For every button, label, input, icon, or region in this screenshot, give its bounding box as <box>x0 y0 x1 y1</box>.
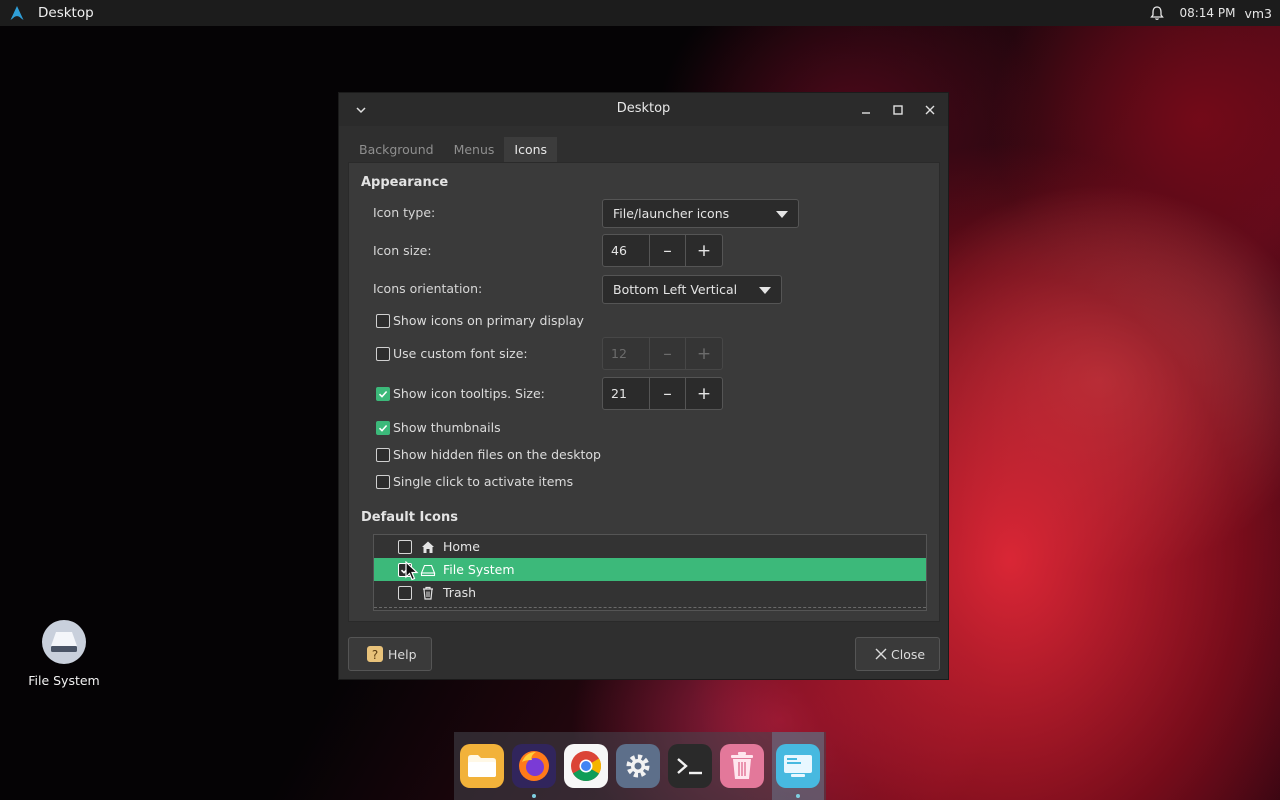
custom-font-size-spinner: 12 – + <box>602 337 723 370</box>
show-hidden-files-label: Show hidden files on the desktop <box>393 447 601 462</box>
list-item-home[interactable]: Home <box>374 535 926 558</box>
checkbox-box[interactable] <box>376 313 390 328</box>
dock-trash-icon[interactable] <box>720 744 764 788</box>
home-icon <box>422 541 434 553</box>
list-divider <box>374 607 926 608</box>
clock[interactable]: 08:14 PM <box>1179 6 1235 20</box>
active-app-title: Desktop <box>38 5 94 21</box>
user-menu[interactable]: vm3 <box>1244 6 1272 21</box>
tooltip-size-input[interactable]: 21 <box>603 378 650 409</box>
show-primary-display-checkbox[interactable]: Show icons on primary display <box>376 313 584 328</box>
desktop-icon-label: File System <box>28 673 100 688</box>
custom-font-size-decrement-button: – <box>650 338 686 369</box>
list-item-file-system[interactable]: File System <box>374 558 926 581</box>
dock-files-icon[interactable] <box>460 744 504 788</box>
drive-icon <box>420 564 436 576</box>
icon-type-value: File/launcher icons <box>613 206 730 221</box>
appearance-heading: Appearance <box>361 175 449 190</box>
desktop-settings-app-icon <box>776 744 820 788</box>
checkmark-icon <box>378 390 388 398</box>
tab-background[interactable]: Background <box>349 137 444 163</box>
show-thumbnails-label: Show thumbnails <box>393 420 501 435</box>
tooltip-size-spinner: 21 – + <box>602 377 723 410</box>
desktop-icon-file-system[interactable]: File System <box>22 620 106 688</box>
custom-font-size-checkbox[interactable]: Use custom font size: <box>376 346 528 361</box>
list-item-label: Home <box>443 539 480 554</box>
dock-terminal-icon[interactable] <box>668 744 712 788</box>
mouse-cursor-icon <box>405 561 419 581</box>
icons-panel: Appearance Icon type: File/launcher icon… <box>348 162 940 622</box>
drive-icon <box>42 620 86 664</box>
tooltip-size-decrement-button[interactable]: – <box>650 378 686 409</box>
tab-icons[interactable]: Icons <box>504 137 558 163</box>
help-label: Help <box>388 646 417 662</box>
custom-font-size-input: 12 <box>603 338 650 369</box>
custom-font-size-increment-button: + <box>696 343 712 364</box>
default-icons-list[interactable]: Home File System Trash <box>373 534 927 611</box>
tab-bar: Background Menus Icons <box>349 137 558 163</box>
running-indicator <box>796 794 800 798</box>
svg-text:?: ? <box>372 648 378 662</box>
show-primary-display-label: Show icons on primary display <box>393 313 584 328</box>
icon-type-select[interactable]: File/launcher icons <box>602 199 799 228</box>
maximize-icon[interactable] <box>890 102 906 118</box>
show-hidden-files-checkbox[interactable]: Show hidden files on the desktop <box>376 447 601 462</box>
dock-settings-icon[interactable] <box>616 744 660 788</box>
dock-chrome-icon[interactable] <box>564 744 608 788</box>
checkbox-box-checked[interactable] <box>376 420 390 435</box>
close-label: Close <box>891 646 926 662</box>
window-title: Desktop <box>616 101 671 116</box>
icon-size-decrement-button[interactable]: – <box>650 235 686 266</box>
icon-size-spinner: 46 – + <box>602 234 723 267</box>
close-window-icon[interactable] <box>922 102 938 118</box>
checkbox-box-checked[interactable] <box>376 386 390 401</box>
checkbox-box[interactable] <box>376 447 390 462</box>
bell-icon[interactable] <box>1149 5 1165 21</box>
icon-size-label: Icon size: <box>373 243 432 258</box>
window-titlebar[interactable]: Desktop <box>339 93 948 126</box>
list-item-label: Trash <box>443 585 477 600</box>
close-button[interactable]: Close <box>855 637 940 671</box>
checkbox-box[interactable] <box>376 474 390 489</box>
close-icon <box>875 648 887 660</box>
orientation-value: Bottom Left Vertical <box>613 282 738 297</box>
dock <box>454 732 826 800</box>
help-icon: ? <box>367 646 383 662</box>
dock-firefox-icon[interactable] <box>512 744 556 798</box>
dock-desktop-settings-icon[interactable] <box>772 732 824 800</box>
custom-font-size-label: Use custom font size: <box>393 346 528 361</box>
dropdown-arrow-icon <box>759 287 771 294</box>
icon-tooltips-label: Show icon tooltips. Size: <box>393 386 545 401</box>
list-item-label: File System <box>443 562 515 577</box>
icon-tooltips-checkbox[interactable]: Show icon tooltips. Size: <box>376 386 545 401</box>
checkbox-box[interactable] <box>376 346 390 361</box>
trash-icon <box>423 586 433 600</box>
checkbox-box[interactable] <box>398 539 412 554</box>
list-item-trash[interactable]: Trash <box>374 581 926 604</box>
checkbox-box[interactable] <box>398 585 412 600</box>
default-icons-heading: Default Icons <box>361 510 458 525</box>
icon-size-input[interactable]: 46 <box>603 235 650 266</box>
top-panel: Desktop 08:14 PM vm3 <box>0 0 1280 26</box>
orientation-select[interactable]: Bottom Left Vertical <box>602 275 782 304</box>
desktop-settings-window: Desktop Background Menus Icons Appearanc… <box>338 92 949 680</box>
running-indicator <box>532 794 536 798</box>
single-click-label: Single click to activate items <box>393 474 574 489</box>
checkmark-icon <box>378 424 388 432</box>
show-thumbnails-checkbox[interactable]: Show thumbnails <box>376 420 501 435</box>
single-click-checkbox[interactable]: Single click to activate items <box>376 474 573 489</box>
icon-type-label: Icon type: <box>373 205 436 220</box>
help-button[interactable]: ? Help <box>348 637 432 671</box>
arch-logo-icon[interactable] <box>9 5 25 21</box>
dropdown-arrow-icon <box>776 211 788 218</box>
minimize-icon[interactable] <box>858 102 874 118</box>
icon-size-increment-button[interactable]: + <box>686 235 722 266</box>
orientation-label: Icons orientation: <box>373 281 483 296</box>
tooltip-size-increment-button[interactable]: + <box>686 378 722 409</box>
tab-menus[interactable]: Menus <box>444 137 505 163</box>
